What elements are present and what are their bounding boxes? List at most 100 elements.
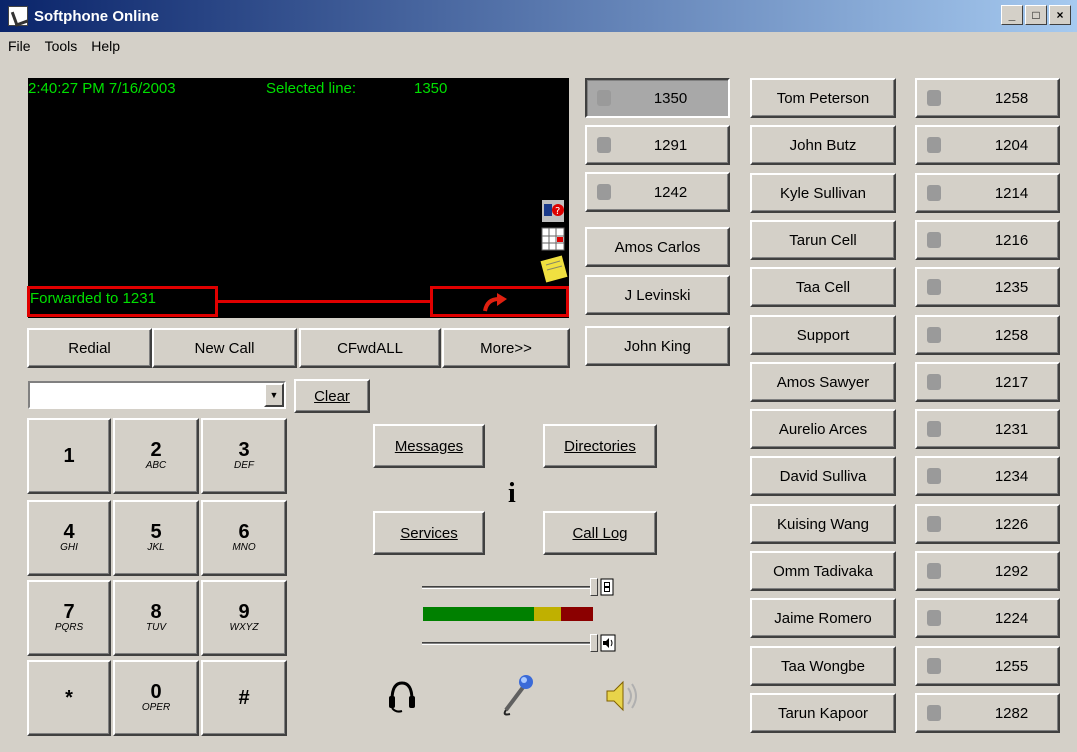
- key-hash[interactable]: #: [201, 660, 287, 736]
- menu-help[interactable]: Help: [91, 38, 120, 54]
- speed-dial-name-button[interactable]: Tarun Cell: [750, 220, 896, 260]
- line-status-led: [927, 90, 941, 106]
- dial-number-input[interactable]: [30, 383, 264, 407]
- speed-dial-ext-button[interactable]: 1216: [915, 220, 1060, 260]
- speed-dial-j-levinski[interactable]: J Levinski: [585, 275, 730, 315]
- speed-dial-ext-label: 1235: [994, 278, 1029, 296]
- calendar-icon: [541, 227, 565, 251]
- minimize-button[interactable]: _: [1001, 5, 1023, 25]
- speed-dial-ext-label: 1255: [994, 657, 1029, 675]
- line-status-led: [597, 137, 611, 153]
- speed-dial-name-button[interactable]: Kyle Sullivan: [750, 173, 896, 213]
- speed-dial-ext-button[interactable]: 1231: [915, 409, 1060, 449]
- speed-dial-name-button[interactable]: Support: [750, 315, 896, 355]
- redial-button[interactable]: Redial: [27, 328, 152, 368]
- directories-button[interactable]: Directories: [543, 424, 657, 468]
- key-star[interactable]: *: [27, 660, 111, 736]
- speed-dial-ext-label: 1224: [994, 609, 1029, 627]
- key-6[interactable]: 6 MNO: [201, 500, 287, 576]
- speed-dial-ext-button[interactable]: 1224: [915, 598, 1060, 638]
- line-status-led: [927, 327, 941, 343]
- line-button-1350[interactable]: 1350: [585, 78, 730, 118]
- speed-dial-name-button[interactable]: John Butz: [750, 125, 896, 165]
- menu-tools[interactable]: Tools: [45, 38, 78, 54]
- phone-display: 2:40:27 PM 7/16/2003 Selected line: 1350…: [28, 78, 569, 318]
- close-button[interactable]: ×: [1049, 5, 1071, 25]
- speed-dial-ext-button[interactable]: 1217: [915, 362, 1060, 402]
- key-7[interactable]: 7 PQRS: [27, 580, 111, 656]
- line-status-led: [927, 232, 941, 248]
- speed-dial-name-button[interactable]: Omm Tadivaka: [750, 551, 896, 591]
- line-status-led: [597, 90, 611, 106]
- speed-dial-name-button[interactable]: Taa Wongbe: [750, 646, 896, 686]
- forwarded-highlight: [27, 286, 218, 317]
- speaker-icon[interactable]: [603, 678, 643, 716]
- speed-dial-ext-button[interactable]: 1292: [915, 551, 1060, 591]
- key-1[interactable]: 1: [27, 418, 111, 494]
- key-3[interactable]: 3 DEF: [201, 418, 287, 494]
- line-status-led: [927, 705, 941, 721]
- headset-icon[interactable]: [388, 680, 416, 714]
- microphone-level-icon: [600, 578, 614, 596]
- speed-dial-name-button[interactable]: Tarun Kapoor: [750, 693, 896, 733]
- highlight-connector: [218, 300, 430, 303]
- line-status-led: [927, 516, 941, 532]
- speed-dial-ext-button[interactable]: 1226: [915, 504, 1060, 544]
- call-log-button[interactable]: Call Log: [543, 511, 657, 555]
- speed-dial-ext-button[interactable]: 1204: [915, 125, 1060, 165]
- key-2[interactable]: 2 ABC: [113, 418, 199, 494]
- key-0[interactable]: 0 OPER: [113, 660, 199, 736]
- speed-dial-ext-button[interactable]: 1258: [915, 78, 1060, 118]
- new-call-button[interactable]: New Call: [152, 328, 297, 368]
- voicemail-icon: ?: [542, 200, 564, 222]
- mic-volume-thumb[interactable]: [590, 578, 598, 596]
- menu-file[interactable]: File: [8, 38, 31, 54]
- speed-dial-name-button[interactable]: Amos Sawyer: [750, 362, 896, 402]
- speed-dial-name-button[interactable]: Jaime Romero: [750, 598, 896, 638]
- speaker-volume-thumb[interactable]: [590, 634, 598, 652]
- speaker-level-icon: [600, 634, 616, 652]
- line-button-1291[interactable]: 1291: [585, 125, 730, 165]
- speed-dial-ext-button[interactable]: 1214: [915, 173, 1060, 213]
- speed-dial-john-king[interactable]: John King: [585, 326, 730, 366]
- key-8[interactable]: 8 TUV: [113, 580, 199, 656]
- microphone-icon[interactable]: [498, 672, 534, 716]
- speed-dial-name-button[interactable]: Taa Cell: [750, 267, 896, 307]
- display-selected-value: 1350: [414, 80, 448, 97]
- line-status-led: [927, 658, 941, 674]
- softphone-app-icon: [8, 6, 28, 26]
- speed-dial-ext-label: 1214: [994, 184, 1029, 202]
- messages-button[interactable]: Messages: [373, 424, 485, 468]
- speed-dial-name-button[interactable]: Tom Peterson: [750, 78, 896, 118]
- speed-dial-name-button[interactable]: David Sulliva: [750, 456, 896, 496]
- speed-dial-ext-button[interactable]: 1258: [915, 315, 1060, 355]
- speaker-volume-track[interactable]: [422, 642, 594, 645]
- more-button[interactable]: More>>: [442, 328, 570, 368]
- speed-dial-ext-button[interactable]: 1234: [915, 456, 1060, 496]
- key-4[interactable]: 4 GHI: [27, 500, 111, 576]
- speed-dial-ext-button[interactable]: 1255: [915, 646, 1060, 686]
- dial-number-combo[interactable]: ▼: [28, 381, 286, 409]
- speed-dial-amos-carlos[interactable]: Amos Carlos: [585, 227, 730, 267]
- svg-text:?: ?: [555, 206, 560, 217]
- speed-dial-name-button[interactable]: Kuising Wang: [750, 504, 896, 544]
- maximize-button[interactable]: □: [1025, 5, 1047, 25]
- key-9[interactable]: 9 WXYZ: [201, 580, 287, 656]
- chevron-down-icon[interactable]: ▼: [264, 383, 284, 407]
- clear-button[interactable]: Clear: [294, 379, 370, 413]
- speed-dial-ext-label: 1217: [994, 373, 1029, 391]
- speed-dial-ext-label: 1282: [994, 704, 1029, 722]
- services-button[interactable]: Services: [373, 511, 485, 555]
- speed-dial-ext-button[interactable]: 1235: [915, 267, 1060, 307]
- speed-dial-ext-button[interactable]: 1282: [915, 693, 1060, 733]
- speed-dial-name-button[interactable]: Aurelio Arces: [750, 409, 896, 449]
- line-status-led: [927, 468, 941, 484]
- speed-dial-ext-label: 1216: [994, 231, 1029, 249]
- cfwdall-button[interactable]: CFwdALL: [299, 328, 441, 368]
- speed-dial-ext-label: 1231: [994, 420, 1029, 438]
- key-5[interactable]: 5 JKL: [113, 500, 199, 576]
- info-icon[interactable]: i: [508, 478, 516, 510]
- mic-volume-track[interactable]: [422, 586, 594, 589]
- line-status-led: [927, 137, 941, 153]
- line-button-1242[interactable]: 1242: [585, 172, 730, 212]
